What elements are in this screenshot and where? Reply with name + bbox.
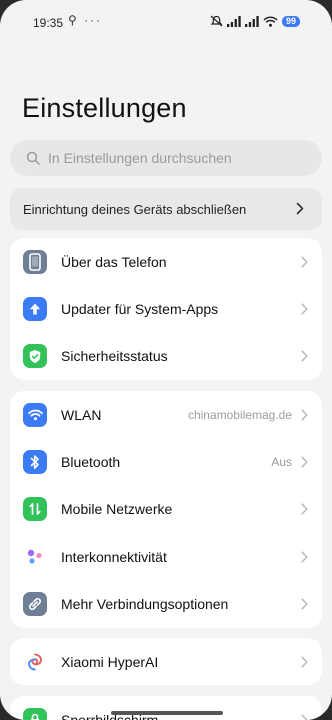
settings-item-label: Mehr Verbindungsoptionen <box>61 595 229 612</box>
settings-item-label: Xiaomi HyperAI <box>61 653 159 670</box>
settings-item-bluetooth[interactable]: Bluetooth Aus <box>10 438 322 485</box>
bluetooth-status: Aus <box>271 454 292 469</box>
setup-banner-label: Einrichtung deines Geräts abschließen <box>23 201 247 217</box>
chevron-right-icon <box>301 256 308 268</box>
settings-item-label: Bluetooth <box>61 453 121 470</box>
chevron-right-icon <box>301 550 308 563</box>
wifi-icon <box>23 402 47 427</box>
settings-item-label: Mobile Netzwerke <box>61 501 173 518</box>
chevron-right-icon <box>301 350 308 362</box>
chevron-right-icon <box>296 202 304 215</box>
settings-item-mobile-networks[interactable]: Mobile Netzwerke <box>10 486 322 533</box>
chevron-right-icon <box>301 303 308 315</box>
settings-item-more-connection-options[interactable]: Mehr Verbindungsoptionen <box>10 580 322 627</box>
settings-group-ai: Xiaomi HyperAI <box>10 638 322 685</box>
settings-item-label: Updater für System-Apps <box>61 300 219 317</box>
arrow-up-icon <box>23 296 47 321</box>
settings-item-lock-screen[interactable]: Sperrbildschirm <box>10 696 322 720</box>
settings-item-about-phone[interactable]: Über das Telefon <box>10 238 322 285</box>
settings-group-device: Über das Telefon Updater für System-Apps… <box>10 238 322 380</box>
setup-banner[interactable]: Einrichtung deines Geräts abschließen <box>10 188 322 230</box>
search-bar[interactable]: In Einstellungen durchsuchen <box>10 140 322 176</box>
settings-item-system-apps-updater[interactable]: Updater für System-Apps <box>10 285 322 332</box>
mute-icon <box>210 15 223 27</box>
settings-item-label: Über das Telefon <box>61 253 167 270</box>
chevron-right-icon <box>301 656 308 668</box>
status-time: 19:35 <box>33 16 64 30</box>
chevron-right-icon <box>301 503 308 515</box>
signal-icon <box>226 15 241 27</box>
lock-icon <box>23 707 47 720</box>
shield-check-icon <box>23 344 47 369</box>
settings-group-connectivity: WLAN chinamobilemag.de Bluetooth Aus Mob… <box>10 391 322 628</box>
battery-indicator: 99 <box>281 15 300 27</box>
settings-item-xiaomi-hyperai[interactable]: Xiaomi HyperAI <box>10 638 322 685</box>
interconnect-icon <box>23 545 47 569</box>
settings-item-label: Interkonnektivität <box>61 548 167 565</box>
bluetooth-icon <box>23 449 47 474</box>
settings-item-label: Sicherheitsstatus <box>61 348 168 365</box>
settings-item-label: WLAN <box>61 406 102 423</box>
settings-item-wlan[interactable]: WLAN chinamobilemag.de <box>10 391 322 438</box>
link-icon <box>23 591 47 616</box>
hyperai-icon <box>23 650 47 674</box>
status-notification-icons: ⚲ ··· <box>68 13 103 27</box>
chevron-right-icon <box>301 598 308 610</box>
chevron-right-icon <box>301 456 308 468</box>
status-right-icons: 99 <box>210 15 300 27</box>
settings-item-security-status[interactable]: Sicherheitsstatus <box>10 333 322 380</box>
settings-item-interconnectivity[interactable]: Interkonnektivität <box>10 533 322 580</box>
status-bar: 19:35 ⚲ ··· 99 <box>0 0 332 44</box>
phone-icon <box>23 249 47 274</box>
home-indicator[interactable] <box>111 711 223 715</box>
wifi-status-icon <box>263 15 278 27</box>
settings-group-lockscreen: Sperrbildschirm <box>10 696 322 720</box>
search-placeholder: In Einstellungen durchsuchen <box>48 150 232 166</box>
settings-screen: 19:35 ⚲ ··· 99 Einstellungen In Einstell… <box>0 0 332 720</box>
page-title: Einstellungen <box>22 93 187 123</box>
search-icon <box>26 151 40 165</box>
chevron-right-icon <box>301 714 308 720</box>
wlan-network-name: chinamobilemag.de <box>187 407 292 422</box>
mobile-network-icon <box>23 497 47 522</box>
chevron-right-icon <box>301 409 308 421</box>
signal-icon-2 <box>244 15 259 27</box>
